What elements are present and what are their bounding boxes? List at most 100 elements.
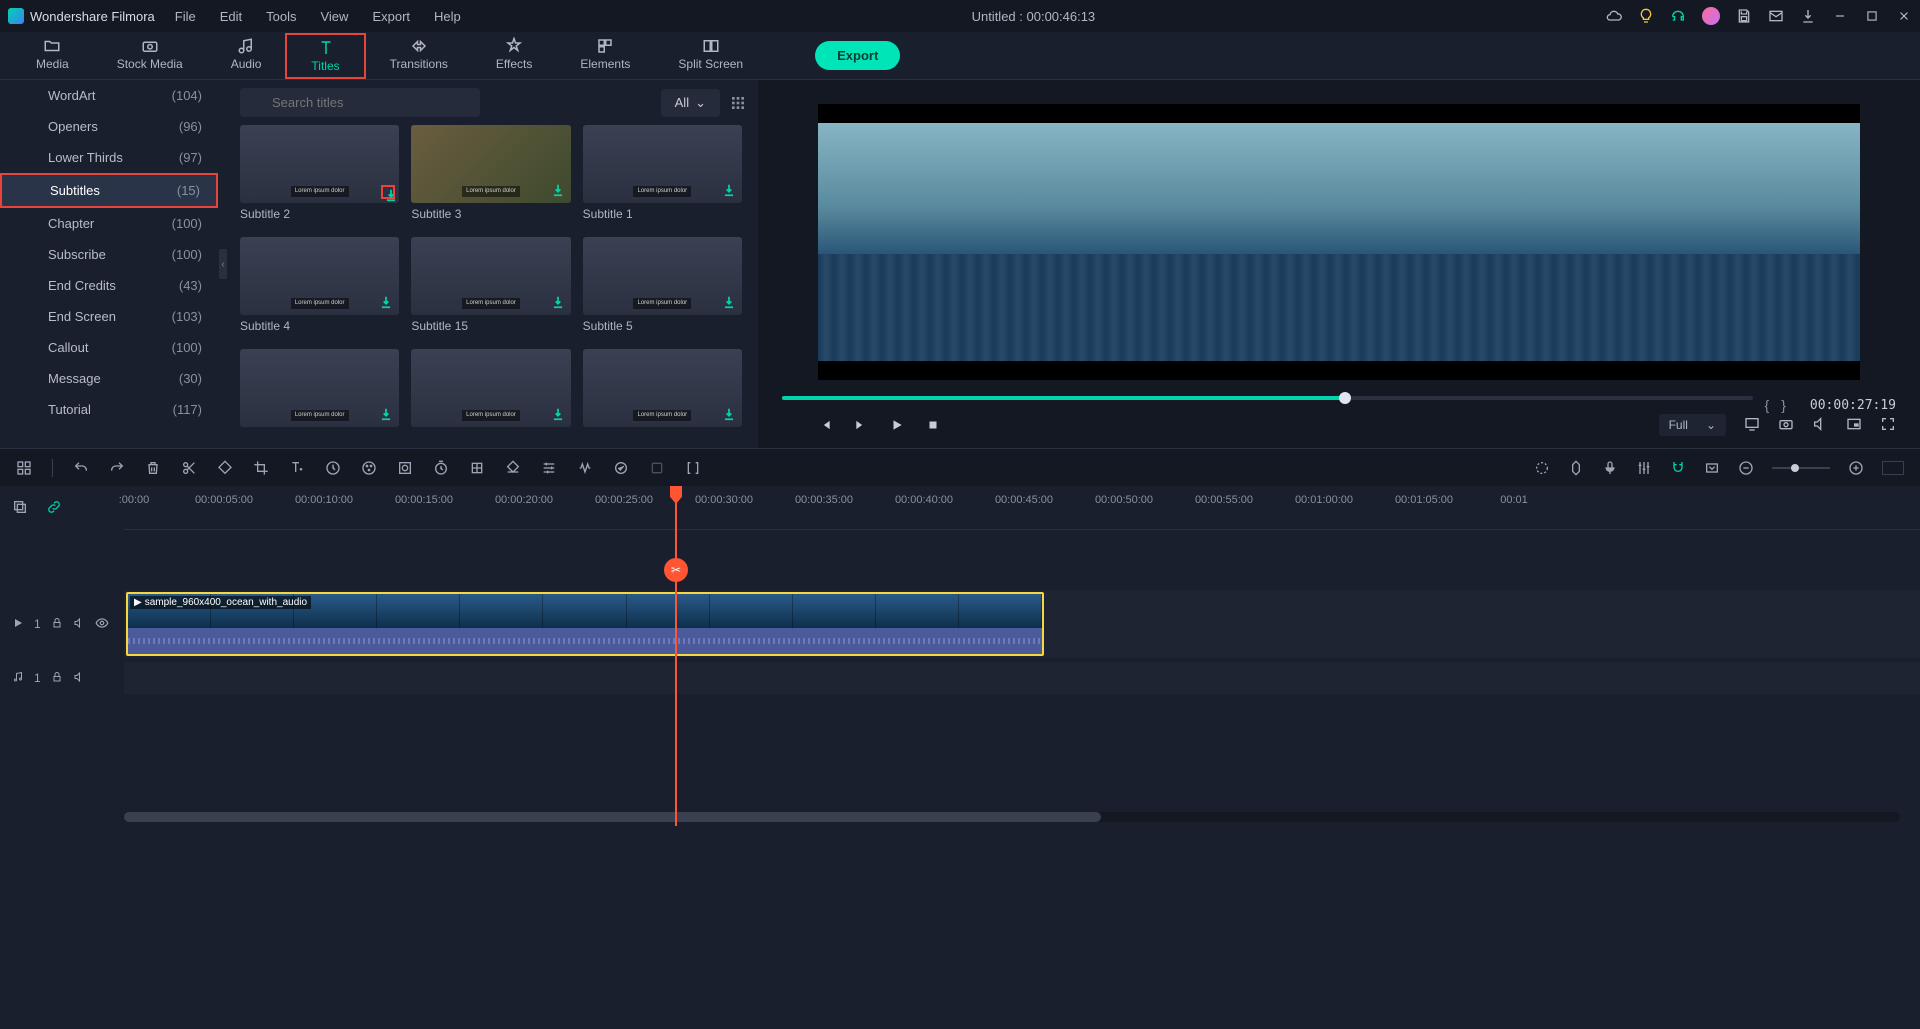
save-icon[interactable] — [1736, 8, 1752, 24]
sidebar-item-wordart[interactable]: WordArt(104) — [0, 80, 218, 111]
zoom-out-icon[interactable] — [1738, 460, 1754, 476]
export-button[interactable]: Export — [815, 41, 900, 70]
mark-in-icon[interactable]: { — [1765, 397, 1770, 413]
minimize-icon[interactable] — [1832, 8, 1848, 24]
mark-out-icon[interactable]: } — [1781, 397, 1786, 413]
sidebar-item-end-credits[interactable]: End Credits(43) — [0, 270, 218, 301]
menu-file[interactable]: File — [175, 9, 196, 24]
title-item[interactable]: Lorem ipsum dolorSubtitle 4 — [240, 237, 399, 337]
progress-bar[interactable] — [782, 396, 1753, 400]
download-icon[interactable] — [722, 183, 736, 197]
video-clip[interactable]: ▶sample_960x400_ocean_with_audio — [126, 592, 1044, 656]
display-icon[interactable] — [1744, 416, 1760, 435]
maximize-icon[interactable] — [1864, 8, 1880, 24]
grid-view-icon[interactable] — [730, 95, 746, 111]
pip-icon[interactable] — [1846, 416, 1862, 435]
play-icon[interactable] — [890, 418, 904, 432]
download-icon[interactable] — [551, 407, 565, 421]
mail-icon[interactable] — [1768, 8, 1784, 24]
audio-beat-icon[interactable] — [577, 460, 593, 476]
cloud-icon[interactable] — [1606, 8, 1622, 24]
magnet-icon[interactable] — [1670, 460, 1686, 476]
title-item[interactable]: Lorem ipsum dolorSubtitle 15 — [411, 237, 570, 337]
redo-icon[interactable] — [109, 460, 125, 476]
title-item[interactable]: Lorem ipsum dolorSubtitle 3 — [411, 125, 570, 225]
playhead-scissors-icon[interactable]: ✂ — [664, 558, 688, 582]
title-item[interactable]: Lorem ipsum dolorSubtitle 1 — [583, 125, 742, 225]
keyframe-icon[interactable] — [469, 460, 485, 476]
eye-icon[interactable] — [95, 616, 109, 633]
layout-icon[interactable] — [16, 460, 32, 476]
adjust-icon[interactable] — [541, 460, 557, 476]
title-item[interactable]: Lorem ipsum dolor — [240, 349, 399, 435]
download-icon[interactable] — [379, 295, 393, 309]
tab-effects[interactable]: Effects — [472, 33, 556, 79]
fullscreen-icon[interactable] — [1880, 416, 1896, 435]
tab-titles[interactable]: Titles — [285, 33, 365, 79]
menu-tools[interactable]: Tools — [266, 9, 296, 24]
horizontal-scrollbar[interactable] — [124, 812, 1900, 822]
sidebar-item-callout[interactable]: Callout(100) — [0, 332, 218, 363]
tab-elements[interactable]: Elements — [556, 33, 654, 79]
download-icon[interactable] — [381, 185, 395, 199]
download-icon[interactable] — [379, 407, 393, 421]
stop-icon[interactable] — [926, 418, 940, 432]
delete-icon[interactable] — [145, 460, 161, 476]
sidebar-collapse-handle[interactable]: ‹ — [218, 80, 228, 448]
tab-transitions[interactable]: Transitions — [366, 33, 472, 79]
avatar-icon[interactable] — [1702, 7, 1720, 25]
bracket-icon[interactable] — [685, 460, 701, 476]
filter-select[interactable]: All⌄ — [661, 89, 720, 117]
tag-icon[interactable] — [217, 460, 233, 476]
text-add-icon[interactable] — [289, 460, 305, 476]
sidebar-item-chapter[interactable]: Chapter(100) — [0, 208, 218, 239]
menu-view[interactable]: View — [320, 9, 348, 24]
sidebar-item-message[interactable]: Message(30) — [0, 363, 218, 394]
sidebar-item-openers[interactable]: Openers(96) — [0, 111, 218, 142]
idea-icon[interactable] — [1638, 8, 1654, 24]
search-input[interactable] — [240, 88, 480, 117]
tab-media[interactable]: Media — [12, 33, 93, 79]
crop-icon[interactable] — [253, 460, 269, 476]
mute-icon[interactable] — [73, 617, 85, 632]
title-item[interactable]: Lorem ipsum dolorSubtitle 2 — [240, 125, 399, 225]
download-icon[interactable] — [1800, 8, 1816, 24]
prev-frame-icon[interactable] — [818, 418, 832, 432]
tab-split-screen[interactable]: Split Screen — [654, 33, 767, 79]
audio-track-body[interactable] — [124, 662, 1920, 694]
title-item[interactable]: Lorem ipsum dolor — [583, 349, 742, 435]
sidebar-item-end-screen[interactable]: End Screen(103) — [0, 301, 218, 332]
zoom-slider[interactable] — [1772, 467, 1830, 469]
split-icon[interactable] — [181, 460, 197, 476]
sidebar-item-tutorial[interactable]: Tutorial(117) — [0, 394, 218, 425]
duration-icon[interactable] — [433, 460, 449, 476]
zoom-thumb[interactable] — [1791, 464, 1799, 472]
tab-audio[interactable]: Audio — [207, 33, 286, 79]
mic-icon[interactable] — [1602, 460, 1618, 476]
color-icon[interactable] — [361, 460, 377, 476]
lock-icon[interactable] — [51, 671, 63, 686]
playhead[interactable]: ✂ — [675, 486, 677, 826]
tab-stock-media[interactable]: Stock Media — [93, 33, 207, 79]
download-icon[interactable] — [722, 295, 736, 309]
mixer-icon[interactable] — [1636, 460, 1652, 476]
menu-edit[interactable]: Edit — [220, 9, 242, 24]
download-icon[interactable] — [551, 295, 565, 309]
marker-circle-icon[interactable] — [1534, 460, 1550, 476]
speed-icon[interactable] — [325, 460, 341, 476]
scrollbar-thumb[interactable] — [124, 812, 1101, 822]
paint-icon[interactable] — [505, 460, 521, 476]
duplicate-icon[interactable] — [12, 499, 28, 518]
title-item[interactable]: Lorem ipsum dolorSubtitle 5 — [583, 237, 742, 337]
render-icon[interactable] — [649, 460, 665, 476]
download-icon[interactable] — [722, 407, 736, 421]
fit-icon[interactable] — [1704, 460, 1720, 476]
progress-thumb[interactable] — [1339, 392, 1351, 404]
quality-select[interactable]: Full⌄ — [1659, 414, 1726, 436]
lock-icon[interactable] — [51, 617, 63, 632]
title-item[interactable]: Lorem ipsum dolor — [411, 349, 570, 435]
mute-icon[interactable] — [73, 671, 85, 686]
menu-export[interactable]: Export — [372, 9, 410, 24]
next-frame-icon[interactable] — [854, 418, 868, 432]
undo-icon[interactable] — [73, 460, 89, 476]
